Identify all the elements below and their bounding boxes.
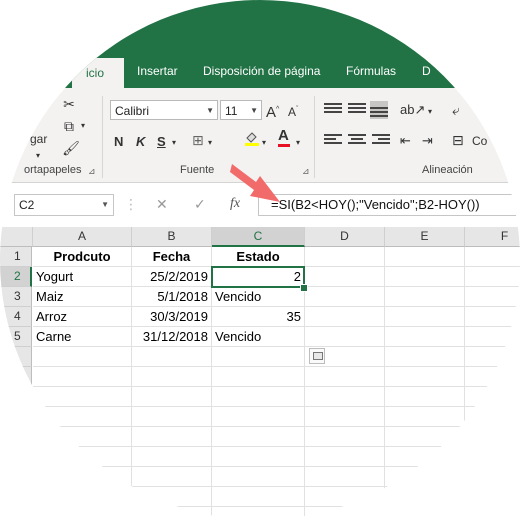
cell-a5[interactable]: Carne xyxy=(33,327,132,347)
tab-insertar[interactable]: Insertar xyxy=(137,64,178,78)
font-color-icon: A xyxy=(278,127,289,144)
row-header-6[interactable] xyxy=(0,347,32,367)
cell-a2[interactable]: Yogurt xyxy=(33,267,132,287)
cell-c3[interactable]: Vencido xyxy=(212,287,305,307)
merge-center-label[interactable]: Co xyxy=(472,134,487,148)
cell-b1[interactable]: Fecha xyxy=(132,247,212,267)
copy-dropdown-icon[interactable]: ▾ xyxy=(78,116,88,136)
cell-c4[interactable]: 35 xyxy=(212,307,305,327)
row-header-2[interactable]: 2 xyxy=(0,267,32,287)
alignment-group-label: Alineación xyxy=(422,164,473,176)
cell-b4[interactable]: 30/3/2019 xyxy=(132,307,212,327)
tab-formulas[interactable]: Fórmulas xyxy=(346,64,396,78)
cancel-icon[interactable]: ✕ xyxy=(156,196,168,213)
fill-color-dropdown-icon[interactable]: ▾ xyxy=(262,133,266,153)
decrease-indent-icon[interactable]: ⇤ xyxy=(400,131,411,151)
cut-icon[interactable]: ✂ xyxy=(58,94,80,114)
increase-indent-icon[interactable]: ⇥ xyxy=(422,131,433,151)
cell-b2[interactable]: 25/2/2019 xyxy=(132,267,212,287)
clipboard-group-label: ortapapeles xyxy=(24,164,82,176)
underline-button[interactable]: S xyxy=(157,132,166,152)
grow-font-button[interactable]: A^ xyxy=(266,100,279,123)
enter-icon[interactable]: ✓ xyxy=(194,196,206,213)
quick-analysis-icon[interactable] xyxy=(309,348,325,364)
ribbon-separator xyxy=(314,96,315,178)
row-header-3[interactable]: 3 xyxy=(0,287,32,307)
screenshot-viewport: icio Insertar Disposición de página Fórm… xyxy=(0,0,520,520)
font-group-label: Fuente xyxy=(180,164,215,176)
cell-a3[interactable]: Maiz xyxy=(33,287,132,307)
align-middle-icon[interactable] xyxy=(348,103,366,117)
clipboard-launcher-icon[interactable]: ⊿ xyxy=(88,166,96,177)
row-header-4[interactable]: 4 xyxy=(0,307,32,327)
chevron-down-icon: ▼ xyxy=(206,106,214,115)
cell-b3[interactable]: 5/1/2018 xyxy=(132,287,212,307)
wrap-text-icon[interactable]: ⤶ xyxy=(452,100,460,120)
cell-a1[interactable]: Prodcuto xyxy=(33,247,132,267)
font-color-button[interactable]: A xyxy=(278,128,290,147)
column-header-d[interactable]: D xyxy=(305,227,385,247)
italic-button[interactable]: K xyxy=(136,132,145,152)
font-launcher-icon[interactable]: ⊿ xyxy=(302,166,310,177)
grid-line xyxy=(131,347,132,520)
row-header-rest xyxy=(0,367,32,520)
grow-font-icon: A xyxy=(266,104,277,121)
grid-rows-right xyxy=(305,247,520,347)
column-header-b[interactable]: B xyxy=(132,227,212,247)
active-cell-outline xyxy=(211,266,305,288)
grid-line xyxy=(211,347,212,520)
cell-c1[interactable]: Estado xyxy=(212,247,305,267)
column-header-f[interactable]: F xyxy=(465,227,520,247)
empty-grid-area[interactable] xyxy=(33,347,520,520)
chevron-down-icon: ▼ xyxy=(101,200,109,209)
font-color-swatch xyxy=(278,144,290,147)
tab-disposicion-de-pagina[interactable]: Disposición de página xyxy=(203,64,320,78)
font-family-value: Calibri xyxy=(115,104,150,118)
paste-button-label[interactable]: gar xyxy=(30,132,47,146)
ribbon-separator xyxy=(102,96,103,178)
copy-icon[interactable]: ⧉ xyxy=(58,116,80,136)
bold-button[interactable]: N xyxy=(114,132,123,152)
row-header-5[interactable]: 5 xyxy=(0,327,32,347)
name-box[interactable]: C2 ▼ xyxy=(14,194,114,216)
borders-dropdown-icon[interactable]: ▾ xyxy=(208,133,212,153)
cell-b5[interactable]: 31/12/2018 xyxy=(132,327,212,347)
align-bottom-icon[interactable] xyxy=(370,101,388,119)
align-left-icon[interactable] xyxy=(324,134,342,148)
name-box-value: C2 xyxy=(19,198,35,212)
align-right-icon[interactable] xyxy=(372,134,390,148)
column-header-a[interactable]: A xyxy=(33,227,132,247)
font-size-select[interactable]: 11 ▼ xyxy=(220,100,262,120)
formula-input[interactable]: =SI(B2<HOY();"Vencido";B2-HOY()) xyxy=(258,194,520,216)
format-painter-icon[interactable]: 🖌 xyxy=(60,138,82,158)
font-size-value: 11 xyxy=(225,104,238,118)
merge-center-icon[interactable]: ⊟ xyxy=(452,130,464,150)
orientation-dropdown-icon[interactable]: ▾ xyxy=(428,102,432,122)
shrink-font-icon: A xyxy=(288,105,297,119)
shrink-font-button[interactable]: Aˇ xyxy=(288,100,298,122)
font-color-dropdown-icon[interactable]: ▾ xyxy=(296,133,300,153)
cell-a4[interactable]: Arroz xyxy=(33,307,132,327)
column-header-e[interactable]: E xyxy=(385,227,465,247)
paste-dropdown-icon[interactable]: ▾ xyxy=(36,146,40,166)
fill-color-icon[interactable] xyxy=(244,130,260,146)
borders-icon[interactable]: ⊞ xyxy=(192,130,204,150)
tab-inicio[interactable]: icio xyxy=(72,58,124,88)
annotation-arrow-icon xyxy=(230,164,280,202)
align-center-icon[interactable] xyxy=(348,134,366,148)
select-all-corner[interactable] xyxy=(0,227,33,247)
orientation-icon[interactable]: ab↗ xyxy=(400,100,425,120)
underline-dropdown-icon[interactable]: ▾ xyxy=(172,133,176,153)
align-top-icon[interactable] xyxy=(324,103,342,117)
column-header-c[interactable]: C xyxy=(212,227,305,247)
cell-c5[interactable]: Vencido xyxy=(212,327,305,347)
tab-datos[interactable]: D xyxy=(422,64,431,78)
fill-handle[interactable] xyxy=(300,284,308,292)
font-family-select[interactable]: Calibri ▼ xyxy=(110,100,218,120)
row-header-1[interactable]: 1 xyxy=(0,247,32,267)
formula-bar-more-icon: ⋮ xyxy=(124,196,138,212)
chevron-down-icon: ▼ xyxy=(250,106,258,115)
